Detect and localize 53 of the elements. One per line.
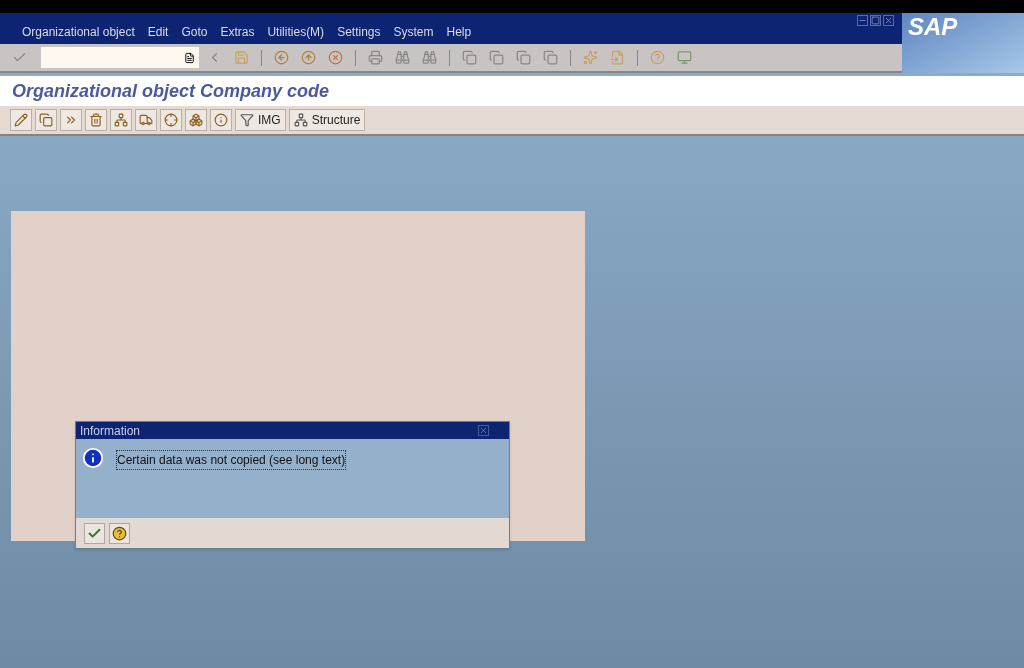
back-icon[interactable] (274, 50, 289, 65)
print-icon[interactable] (368, 50, 383, 65)
sap-logo: SAP (908, 13, 958, 41)
document-icon[interactable] (183, 51, 195, 64)
menu-item[interactable]: Organizational object (22, 23, 135, 41)
binoculars-icon[interactable] (395, 50, 410, 65)
toolbar-button[interactable]: Structure (288, 109, 366, 131)
minimize-icon[interactable] (857, 15, 868, 26)
trash-icon (89, 113, 103, 127)
info-icon (214, 113, 228, 127)
crosshair-icon (164, 113, 178, 127)
hierarchy-button[interactable] (110, 109, 132, 131)
save-icon[interactable] (234, 50, 249, 65)
menu-item[interactable]: Settings (337, 23, 381, 41)
menu-item[interactable]: Help (446, 23, 472, 41)
copy-icon (39, 113, 53, 127)
menu-item[interactable]: Edit (147, 23, 169, 41)
info-icon (82, 447, 104, 469)
truck-button[interactable] (135, 109, 157, 131)
confirm-button[interactable] (84, 522, 105, 544)
command-field[interactable] (41, 47, 199, 68)
dialog-title: Information (80, 422, 141, 440)
page-icon[interactable] (462, 50, 477, 65)
crosshair-button[interactable] (160, 109, 182, 131)
menu-item[interactable]: Extras (220, 23, 255, 41)
pencil-button[interactable] (10, 109, 32, 131)
menu-item[interactable]: Goto (181, 23, 208, 41)
help-icon (112, 525, 127, 541)
double-arrow-button[interactable] (60, 109, 82, 131)
help-icon[interactable] (650, 50, 665, 65)
cancel-icon[interactable] (328, 50, 343, 65)
page-icon[interactable] (543, 50, 558, 65)
filter-icon (240, 113, 254, 127)
help-button[interactable] (109, 522, 130, 544)
boxes-button[interactable] (185, 109, 207, 131)
info-button[interactable] (210, 109, 232, 131)
page-icon[interactable] (489, 50, 504, 65)
close-icon[interactable] (883, 15, 894, 26)
hierarchy-icon (114, 113, 128, 127)
hierarchy-icon (293, 113, 308, 127)
toolbar-button[interactable]: IMG (235, 109, 286, 131)
menu-item[interactable]: System (393, 23, 434, 41)
copy-button[interactable] (35, 109, 57, 131)
restore-icon[interactable] (870, 15, 881, 26)
truck-icon (139, 113, 153, 127)
trash-button[interactable] (85, 109, 107, 131)
message-text: Certain data was not copied (see long text) (116, 450, 347, 470)
screen-title: Organizational object Company code (12, 79, 330, 103)
pencil-icon (14, 113, 28, 127)
close-icon[interactable] (478, 425, 489, 436)
boxes-icon (189, 113, 203, 127)
page-icon[interactable] (516, 50, 531, 65)
menu-item[interactable]: Utilities(M) (267, 23, 325, 41)
